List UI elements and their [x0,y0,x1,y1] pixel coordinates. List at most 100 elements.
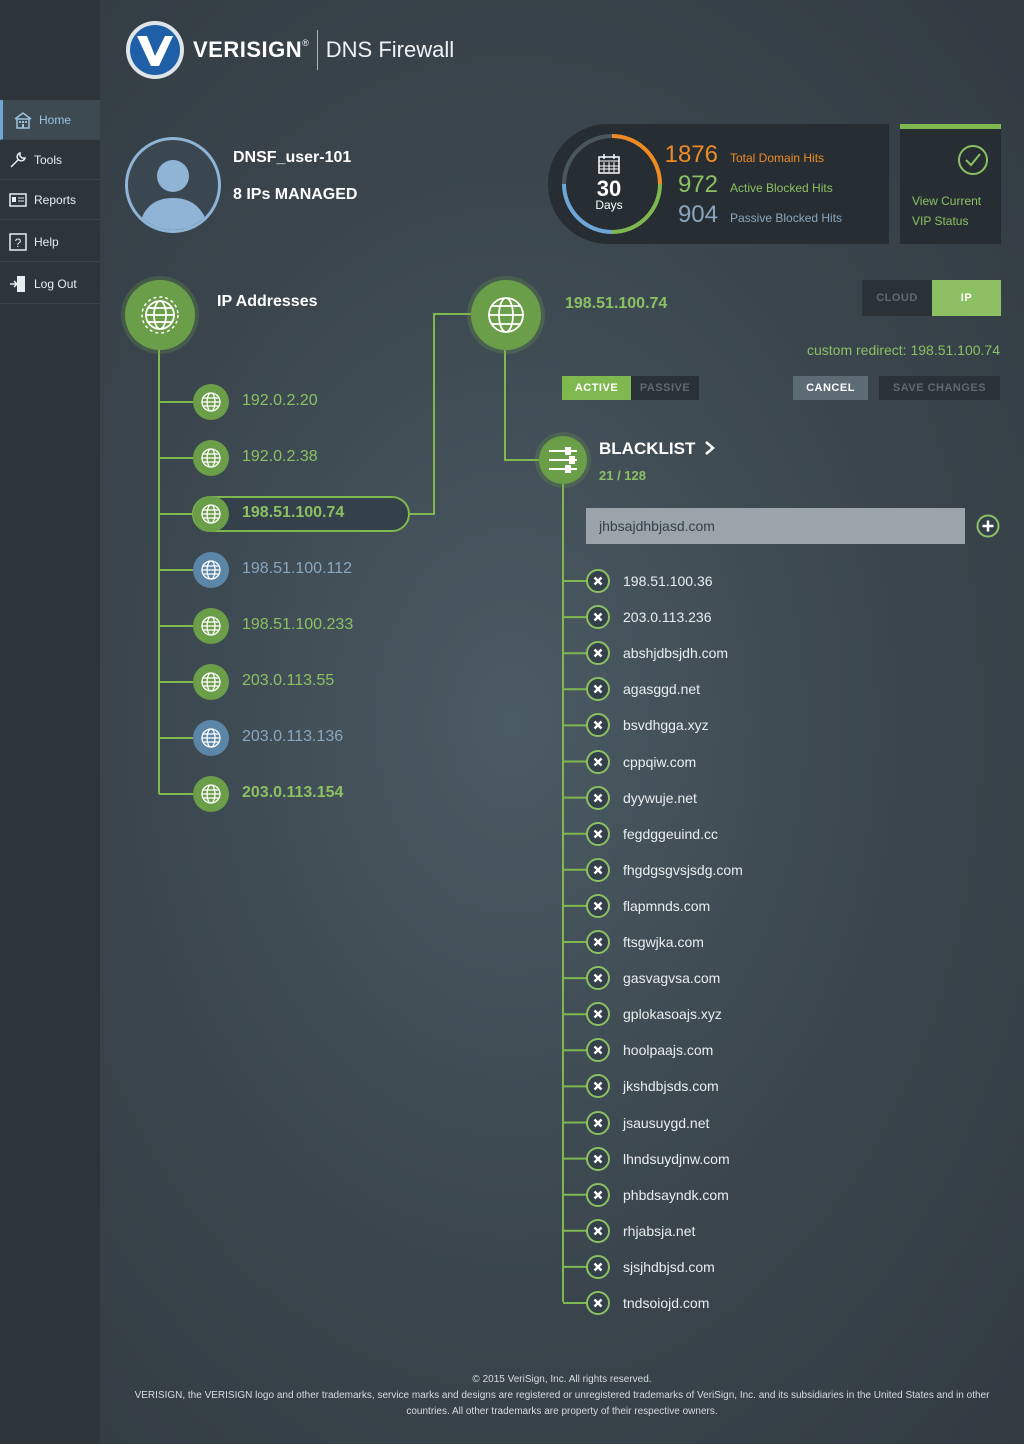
remove-icon[interactable] [586,713,610,738]
blacklist-entry: fhgdgsgvsjsdg.com [623,861,743,878]
toggle-ip[interactable]: IP [932,280,1001,316]
ip-node[interactable] [193,776,229,812]
mode-active[interactable]: ACTIVE [562,376,631,400]
mode-passive[interactable]: PASSIVE [631,376,699,400]
blacklist-entry: 198.51.100.36 [623,573,713,589]
footer: © 2015 VeriSign, Inc. All rights reserve… [100,1372,1024,1420]
ip-node[interactable] [193,720,229,756]
blacklist-count: 21 / 128 [599,468,646,483]
globe-icon [201,504,221,524]
blacklist-input[interactable] [586,508,965,544]
ip-address-label[interactable]: 192.0.2.38 [242,448,318,466]
chevron-right-icon[interactable] [704,440,716,456]
remove-icon[interactable] [586,605,610,630]
remove-icon[interactable] [586,1218,610,1243]
ip-address-label[interactable]: 203.0.113.154 [242,784,343,802]
blacklist-entry: sjsjhdbjsd.com [623,1258,715,1275]
remove-icon[interactable] [586,1254,610,1279]
ip-address-label[interactable]: 192.0.2.20 [242,392,318,410]
tree-connectors [158,313,564,1302]
ip-address-label[interactable]: 198.51.100.233 [242,616,353,634]
ip-node[interactable] [193,552,229,588]
blacklist-title[interactable]: BLACKLIST [599,439,695,459]
blacklist-item: phbdsayndk.com [586,1182,729,1208]
remove-icon[interactable] [586,569,610,593]
remove-icon[interactable] [586,1146,610,1171]
globe-icon [201,392,221,412]
globe-icon [141,296,179,334]
ip-node[interactable] [193,664,229,700]
remove-icon[interactable] [586,1002,610,1027]
blacklist-entry: agasggd.net [623,681,701,698]
blacklist-entry: bsvdhgga.xyz [623,717,709,734]
ip-node[interactable] [193,384,229,420]
blacklist-item: jkshdbjsds.com [586,1073,719,1099]
blacklist-entry: phbdsayndk.com [623,1186,729,1203]
cancel-button[interactable]: CANCEL [793,376,868,400]
remove-icon[interactable] [586,1182,610,1207]
globe-icon [201,784,221,804]
blacklist-item: jsausuygd.net [586,1110,709,1136]
blacklist-item: dyywuje.net [586,785,697,811]
sliders-icon [549,447,577,473]
ip-address-label[interactable]: 203.0.113.136 [242,728,343,746]
remove-icon[interactable] [586,785,610,810]
custom-redirect[interactable]: custom redirect: 198.51.100.74 [807,342,1000,358]
remove-icon[interactable] [586,857,610,882]
remove-icon[interactable] [586,893,610,918]
remove-icon[interactable] [586,749,610,774]
globe-icon [201,728,221,748]
remove-icon[interactable] [586,677,610,702]
ip-node[interactable] [193,608,229,644]
blacklist-item: flapmnds.com [586,893,710,919]
add-icon[interactable] [976,514,1000,538]
remove-icon[interactable] [586,930,610,954]
toggle-cloud[interactable]: CLOUD [862,280,932,316]
blacklist-item: ftsgwjka.com [586,929,704,955]
ip-address-label[interactable]: 198.51.100.112 [242,560,352,578]
remove-icon[interactable] [586,1110,610,1135]
ip-address-label[interactable]: 198.51.100.74 [242,504,344,522]
blacklist-item: gasvagvsa.com [586,965,720,991]
ip-node[interactable] [193,496,229,532]
blacklist-item: 203.0.113.236 [586,604,712,630]
blacklist-entry: cppqiw.com [623,753,697,770]
blacklist-entry: gasvagvsa.com [623,970,721,987]
blacklist-entry: tndsoiojd.com [623,1295,710,1311]
remove-icon[interactable] [586,966,610,991]
ip-addresses-node[interactable] [125,280,195,350]
blacklist-entry: abshjdbsjdh.com [623,645,729,662]
blacklist-item: bsvdhgga.xyz [586,712,709,738]
blacklist-entry: gplokasoajs.xyz [623,1006,722,1023]
globe-icon [201,616,221,636]
remove-icon[interactable] [586,1038,610,1063]
blacklist-item: gplokasoajs.xyz [586,1001,722,1027]
blacklist-item: fegdggeuind.cc [586,821,718,847]
blacklist-item: tndsoiojd.com [586,1290,709,1316]
selected-ip-label: 198.51.100.74 [565,295,668,312]
trademark-notice: VERISIGN, the VERISIGN logo and other tr… [134,1390,990,1417]
blacklist-entry: hoolpaajs.com [623,1042,714,1059]
remove-icon[interactable] [586,821,610,846]
remove-icon[interactable] [586,641,610,666]
blacklist-item: fhgdgsgvsjsdg.com [586,857,743,883]
ip-node[interactable] [193,440,229,476]
blacklist-entry: lhndsuydjnw.com [623,1150,730,1167]
blacklist-entry: dyywuje.net [623,789,697,806]
remove-icon[interactable] [586,1291,610,1315]
ip-addresses-title: IP Addresses [217,293,318,310]
blacklist-entry: rhjabsja.net [623,1222,696,1239]
remove-icon[interactable] [586,1074,610,1099]
globe-icon [201,448,221,468]
selected-ip-node[interactable] [471,280,541,350]
blacklist-entry: 203.0.113.236 [623,609,712,626]
blacklist-item: lhndsuydjnw.com [586,1146,730,1172]
blacklist-entry: fegdggeuind.cc [623,825,718,842]
globe-icon [201,672,221,692]
ip-address-label[interactable]: 203.0.113.55 [242,672,334,690]
save-changes-button[interactable]: SAVE CHANGES [879,376,1000,400]
blacklist-item: sjsjhdbjsd.com [586,1254,715,1280]
blacklist-node[interactable] [539,436,587,484]
blacklist-entry: jkshdbjsds.com [623,1078,719,1095]
blacklist-item: cppqiw.com [586,749,696,775]
